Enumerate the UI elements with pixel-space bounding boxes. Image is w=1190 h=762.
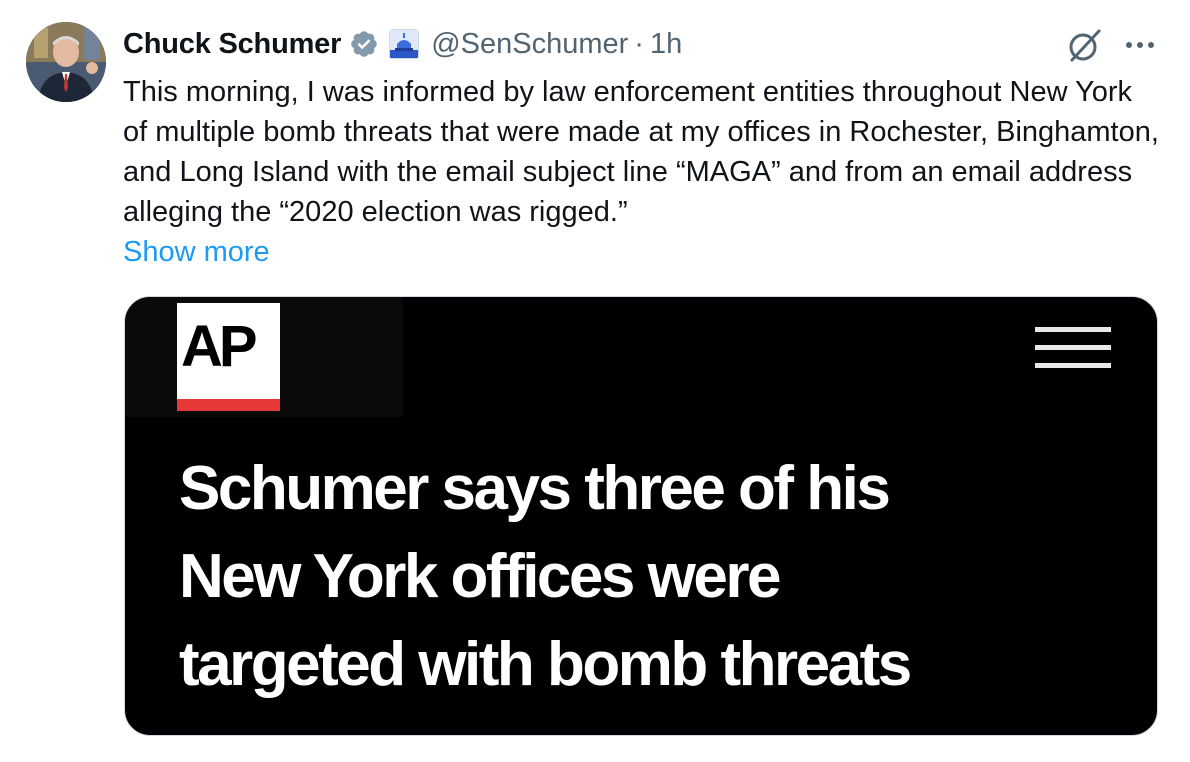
avatar-photo-icon (26, 22, 106, 102)
hamburger-menu-icon (1035, 323, 1115, 375)
headline-line: targeted with bomb threats (179, 630, 912, 699)
header-separator: · (634, 27, 644, 60)
article-headline: Schumer says three of his New York offic… (179, 445, 1139, 709)
display-name[interactable]: Chuck Schumer (123, 28, 341, 61)
more-dot (1148, 42, 1154, 48)
headline-line: Schumer says three of his (179, 454, 891, 523)
author-handle[interactable]: @SenSchumer (431, 28, 628, 61)
show-more-link[interactable]: Show more (123, 232, 270, 272)
grok-icon[interactable] (1066, 26, 1104, 64)
more-options-icon[interactable] (1118, 26, 1162, 64)
tweet: Chuck Schumer @SenSchumer · 1h This morn… (0, 0, 1190, 762)
more-dot (1137, 42, 1143, 48)
avatar[interactable] (26, 22, 106, 102)
hamburger-line (1035, 363, 1111, 368)
ap-logo-red-bar (177, 399, 280, 411)
verified-badge-icon[interactable] (349, 29, 379, 59)
tweet-header: Chuck Schumer @SenSchumer · 1h (123, 24, 682, 64)
hamburger-line (1035, 327, 1111, 332)
ap-logo-text: AP (181, 314, 258, 379)
timestamp[interactable]: 1h (650, 28, 682, 61)
media-card[interactable]: AP Schumer says three of his New York of… (124, 296, 1158, 736)
more-dot (1126, 42, 1132, 48)
tweet-text: This morning, I was informed by law enfo… (123, 76, 1159, 228)
headline-line: New York offices were (179, 542, 781, 611)
hamburger-line (1035, 345, 1111, 350)
ap-logo: AP (177, 303, 280, 411)
capitol-building-icon[interactable] (389, 29, 420, 59)
ap-header-bar: AP (125, 297, 403, 417)
